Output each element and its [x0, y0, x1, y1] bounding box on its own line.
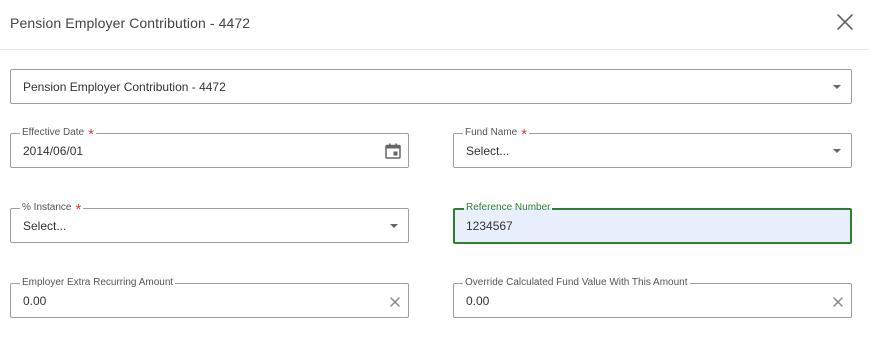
- instance-field[interactable]: % Instance * Select...: [10, 202, 409, 243]
- calendar-icon[interactable]: [384, 142, 402, 160]
- required-marker: *: [75, 201, 82, 218]
- reference-number-field[interactable]: Reference Number 1234567: [453, 202, 852, 244]
- effective-date-label: Effective Date *: [20, 126, 96, 143]
- fund-name-label: Fund Name *: [463, 126, 530, 143]
- employer-extra-amount-label: Employer Extra Recurring Amount: [20, 277, 176, 289]
- override-fund-value-label: Override Calculated Fund Value With This…: [463, 277, 690, 289]
- reference-number-label: Reference Number: [464, 202, 553, 214]
- close-icon[interactable]: [834, 11, 856, 33]
- contribution-select[interactable]: Pension Employer Contribution - 4472: [10, 69, 852, 104]
- fund-name-value: Select...: [466, 143, 510, 158]
- reference-number-value: 1234567: [466, 219, 513, 233]
- fund-name-field[interactable]: Fund Name * Select...: [453, 127, 852, 168]
- clear-icon[interactable]: [832, 295, 844, 307]
- contribution-select-value: Pension Employer Contribution - 4472: [23, 79, 226, 94]
- instance-label: % Instance *: [20, 201, 84, 218]
- required-marker: *: [521, 126, 528, 143]
- dialog-title: Pension Employer Contribution - 4472: [10, 15, 251, 31]
- dialog-header: Pension Employer Contribution - 4472: [0, 0, 869, 50]
- employer-extra-amount-field[interactable]: Employer Extra Recurring Amount 0.00: [10, 277, 409, 318]
- effective-date-field[interactable]: Effective Date * 2014/06/01: [10, 127, 409, 168]
- chevron-down-icon: [390, 223, 398, 228]
- instance-value: Select...: [23, 218, 67, 233]
- required-marker: *: [88, 126, 94, 143]
- override-fund-value-field[interactable]: Override Calculated Fund Value With This…: [453, 277, 852, 318]
- employer-extra-amount-value: 0.00: [23, 293, 47, 308]
- effective-date-value: 2014/06/01: [23, 143, 84, 158]
- chevron-down-icon: [833, 84, 841, 89]
- chevron-down-icon: [833, 148, 841, 153]
- override-fund-value-value: 0.00: [466, 293, 490, 308]
- clear-icon[interactable]: [389, 295, 401, 307]
